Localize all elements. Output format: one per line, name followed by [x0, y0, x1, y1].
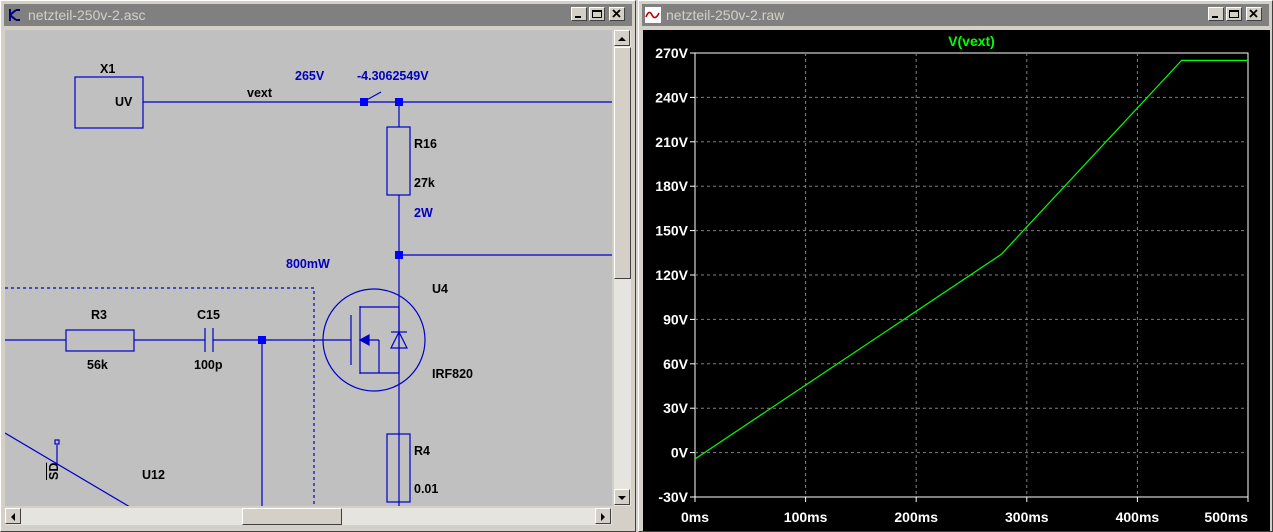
y-tick-label: 30V: [663, 400, 689, 416]
minimize-icon: [575, 16, 581, 18]
schematic-canvas[interactable]: X1 UV vext 265V -4.3062549V R16 27k 2W 8…: [5, 30, 612, 506]
y-tick-label: 90V: [663, 311, 689, 327]
close-icon: [1249, 9, 1258, 18]
x-tick-label: 0ms: [681, 509, 709, 525]
trace-v-vext[interactable]: [694, 59, 1248, 460]
irf820-label: IRF820: [432, 367, 473, 381]
waveform-icon: [645, 7, 661, 23]
arrow-down-icon: [618, 496, 626, 500]
schematic-window: netzteil-250v-2.asc X1 UV vext 265V -4.3…: [0, 0, 636, 532]
u4-label: U4: [432, 282, 448, 296]
schematic-title: netzteil-250v-2.asc: [28, 7, 146, 23]
x-tick-label: 300ms: [1005, 509, 1049, 525]
maximize-button[interactable]: [1226, 7, 1242, 21]
maximize-icon: [592, 10, 602, 18]
scroll-corner: [614, 508, 631, 525]
arrow-left-icon: [11, 513, 15, 521]
close-button[interactable]: [1246, 7, 1262, 21]
maximize-button[interactable]: [589, 7, 605, 21]
scroll-right-button[interactable]: [595, 508, 611, 524]
plot-titlebar[interactable]: netzteil-250v-2.raw: [642, 4, 1269, 26]
plot-title: netzteil-250v-2.raw: [666, 7, 785, 23]
horizontal-scroll-thumb[interactable]: [242, 508, 342, 525]
y-tick-label: 210V: [655, 134, 688, 150]
r3-symbol: [65, 329, 135, 352]
schematic-titlebar[interactable]: netzteil-250v-2.asc: [4, 4, 632, 26]
x-tick-label: 400ms: [1116, 509, 1160, 525]
power-2w-label: 2W: [414, 206, 433, 220]
c15-label: C15: [197, 308, 220, 322]
uv-label: UV: [115, 95, 133, 109]
y-tick-label: 240V: [655, 89, 688, 105]
power-800mw-label: 800mW: [286, 257, 330, 271]
x-tick-label: 100ms: [784, 509, 828, 525]
r16-symbol: [386, 126, 411, 196]
r3-label: R3: [91, 308, 107, 322]
plot-canvas[interactable]: -30V 0V 30V 60V 90V 120V 150V 180V 210V 240V 270V 0…: [643, 30, 1270, 531]
r3-value: 56k: [87, 358, 108, 372]
r4-value: 0.01: [414, 482, 439, 496]
u12-label: U12: [142, 468, 165, 482]
maximize-icon: [1229, 10, 1239, 18]
y-tick-label: 60V: [663, 356, 689, 372]
close-button[interactable]: [609, 7, 625, 21]
x-tick-label: 500ms: [1204, 509, 1248, 525]
vext-label: vext: [247, 86, 273, 100]
y-tick-label: -30V: [658, 489, 688, 505]
scroll-down-button[interactable]: [614, 489, 630, 505]
x1-label: X1: [100, 62, 116, 76]
y-tick-label: 150V: [655, 223, 688, 239]
r4-label: R4: [414, 444, 430, 458]
vertical-scroll-thumb[interactable]: [614, 47, 631, 279]
c15-value: 100p: [194, 358, 223, 372]
trace-title[interactable]: V(vext): [948, 33, 995, 49]
minimize-button[interactable]: [571, 7, 587, 21]
sd-pin-label: SD: [47, 462, 61, 480]
y-tick-label: 180V: [655, 178, 688, 194]
x1-symbol: [74, 76, 144, 129]
close-icon: [612, 9, 621, 18]
y-tick-label: 270V: [655, 45, 688, 61]
y-tick-label: 0V: [671, 445, 689, 461]
r16-value: 27k: [414, 176, 435, 190]
schematic-vertical-scrollbar[interactable]: [614, 30, 631, 506]
schematic-horizontal-scrollbar[interactable]: [5, 508, 612, 525]
minimize-icon: [1212, 16, 1218, 18]
arrow-right-icon: [601, 513, 605, 521]
r16-label: R16: [414, 137, 437, 151]
scroll-left-button[interactable]: [5, 508, 21, 524]
ltspice-schematic-icon: [9, 9, 20, 21]
plot-window: netzteil-250v-2.raw -30V 0V 30V 60V 90V 120V 1…: [638, 0, 1273, 532]
voltage-265-label: 265V: [295, 69, 325, 83]
minimize-button[interactable]: [1208, 7, 1224, 21]
voltage-neg-label: -4.3062549V: [357, 69, 429, 83]
y-tick-label: 120V: [655, 267, 688, 283]
arrow-up-icon: [618, 37, 626, 41]
scroll-up-button[interactable]: [614, 30, 630, 46]
x-tick-label: 200ms: [894, 509, 938, 525]
waveform-plot[interactable]: -30V 0V 30V 60V 90V 120V 150V 180V 210V 240V 270V 0…: [643, 30, 1270, 531]
